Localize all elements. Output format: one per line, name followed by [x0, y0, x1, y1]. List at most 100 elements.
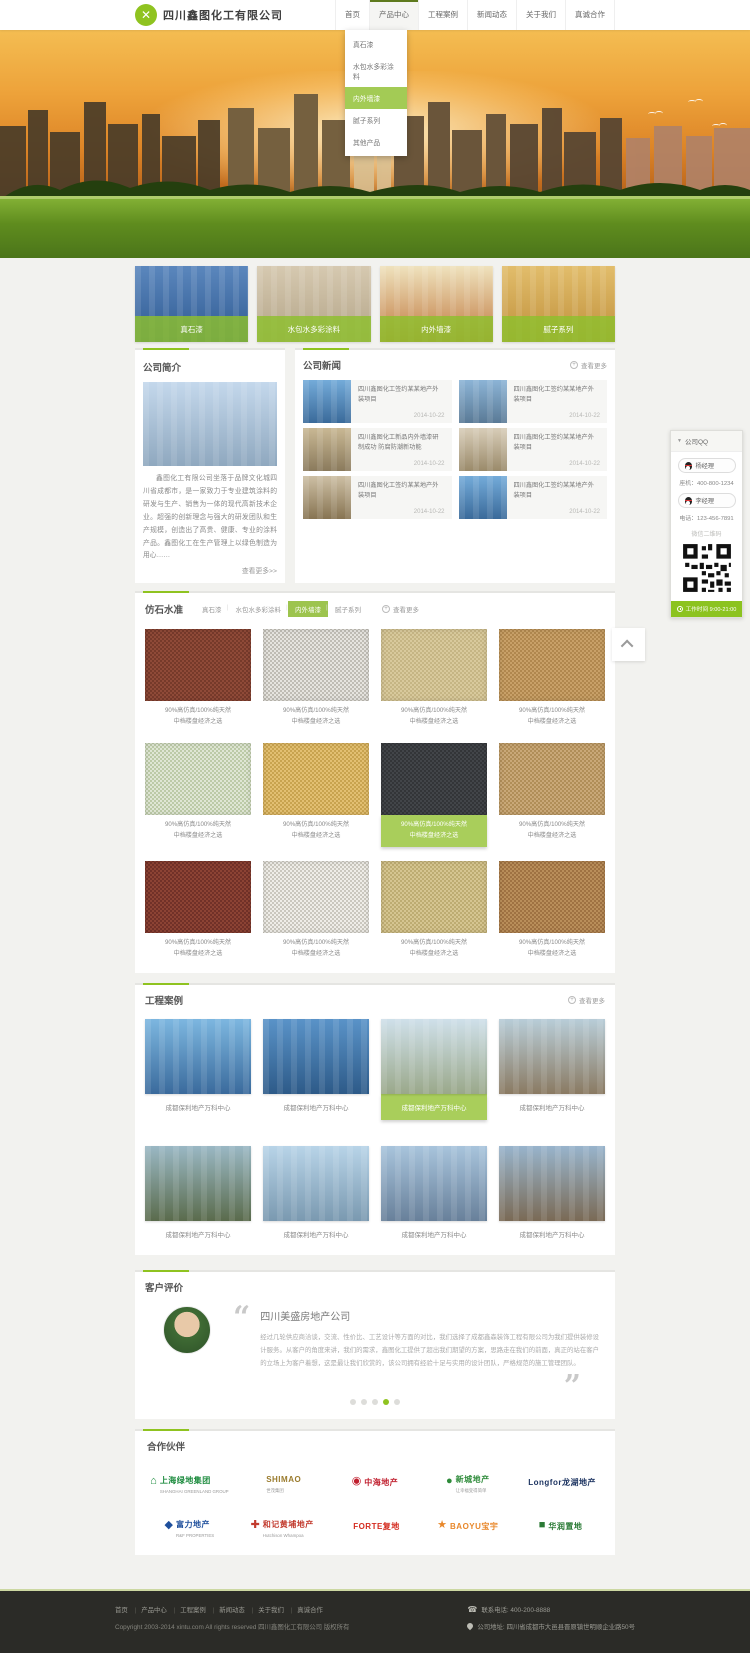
about-text: 鑫图化工有限公司坐落于品牌文化城四川省成都市，是一家致力于专业建筑涂料的研发与生…: [143, 473, 277, 563]
news-grid: 四川鑫图化工签约某某地产外装项目 2014-10-22 四川鑫图化工签约某某地产…: [303, 380, 607, 519]
carousel-dot[interactable]: [361, 1399, 367, 1405]
project-item-highlighted[interactable]: 成都保利地产万科中心: [381, 1019, 487, 1120]
partner-logo-greenland[interactable]: ⌂上海绿地集团SHANGHAI GREENLAND GROUP: [147, 1467, 232, 1497]
footer-link-products[interactable]: 产品中心: [130, 1607, 167, 1614]
carousel-dot[interactable]: [372, 1399, 378, 1405]
project-item[interactable]: 成都保利地产万科中心: [499, 1146, 605, 1239]
dropdown-item-other[interactable]: 其他产品: [345, 131, 407, 153]
tab-shuibaoshui[interactable]: 水包水多彩涂料: [229, 601, 289, 617]
carousel-dot[interactable]: [394, 1399, 400, 1405]
qq-contact-button-li[interactable]: 李经理: [678, 493, 736, 508]
product-card-neiwaiqiangqi[interactable]: 内外墙漆: [380, 266, 493, 342]
dropdown-item-nizi[interactable]: 腻子系列: [345, 109, 407, 131]
project-item[interactable]: 成都保利地产万科中心: [381, 1146, 487, 1239]
stone-tile[interactable]: 90%高仿真/100%纯天然中档楼盘经济之选: [499, 861, 605, 961]
project-item[interactable]: 成都保利地产万科中心: [145, 1146, 251, 1239]
tab-neiwaiqiangqi[interactable]: 内外墙漆: [288, 601, 328, 617]
stone-more-link[interactable]: + 查看更多: [382, 604, 419, 614]
qq-contact-button-yang[interactable]: 杨经理: [678, 458, 736, 473]
project-caption: 成都保利地产万科中心: [499, 1221, 605, 1239]
news-item[interactable]: 四川鑫图化工新品内外墙漆研制成功 防腐防潮新功能 2014-10-22: [303, 428, 452, 471]
project-item[interactable]: 成都保利地产万科中心: [263, 1019, 369, 1120]
about-title: 公司简介: [143, 360, 277, 374]
project-item[interactable]: 成都保利地产万科中心: [263, 1146, 369, 1239]
stone-section: 仿石水准 真石漆 水包水多彩涂料 内外墙漆 腻子系列 + 查看更多 90%高仿真…: [135, 591, 615, 973]
partner-logo-grid: ⌂上海绿地集团SHANGHAI GREENLAND GROUP SHIMAO世茂…: [147, 1467, 603, 1541]
partner-logo-forte[interactable]: FORTE复地: [333, 1511, 418, 1541]
news-section: 公司新闻 + 查看更多 四川鑫图化工签约某某地产外装项目 2014-10-22 …: [295, 348, 615, 583]
nav-item-home[interactable]: 首页: [335, 0, 369, 30]
partner-logo-shimao[interactable]: SHIMAO世茂集团: [240, 1467, 325, 1497]
partner-logo-longfor[interactable]: Longfor龙湖地产: [518, 1467, 603, 1497]
footer-link-cases[interactable]: 工程案例: [169, 1607, 206, 1614]
footer-link-about[interactable]: 关于我们: [247, 1607, 284, 1614]
stone-tile[interactable]: 90%高仿真/100%纯天然中档楼盘经济之选: [145, 629, 251, 729]
news-item[interactable]: 四川鑫图化工签约某某地产外装项目 2014-10-22: [459, 380, 608, 423]
stone-tile[interactable]: 90%高仿真/100%纯天然中档楼盘经济之选: [381, 861, 487, 961]
nav-item-cooperation[interactable]: 真诚合作: [565, 0, 615, 30]
project-photo: [381, 1019, 487, 1094]
quote-close-icon: ”: [260, 1381, 581, 1393]
news-more-link[interactable]: + 查看更多: [570, 360, 607, 370]
product-card-shuibaoshui[interactable]: 水包水多彩涂料: [257, 266, 370, 342]
stone-tile[interactable]: 90%高仿真/100%纯天然中档楼盘经济之选: [263, 629, 369, 729]
partner-logo-zhonghai[interactable]: ◉中海地产: [333, 1467, 418, 1497]
stone-tile[interactable]: 90%高仿真/100%纯天然中档楼盘经济之选: [499, 629, 605, 729]
stone-tile[interactable]: 90%高仿真/100%纯天然中档楼盘经济之选: [145, 743, 251, 847]
news-item[interactable]: 四川鑫图化工签约某某地产外装项目 2014-10-22: [303, 380, 452, 423]
footer-link-cooperation[interactable]: 真诚合作: [286, 1607, 323, 1614]
stone-tile[interactable]: 90%高仿真/100%纯天然中档楼盘经济之选: [263, 743, 369, 847]
product-card-nizi[interactable]: 腻子系列: [502, 266, 615, 342]
nav-item-cases[interactable]: 工程案例: [418, 0, 467, 30]
projects-more-link[interactable]: + 查看更多: [568, 995, 605, 1005]
partner-logo-huarun[interactable]: ■华润置地: [518, 1511, 603, 1541]
stone-tile[interactable]: 90%高仿真/100%纯天然中档楼盘经济之选: [499, 743, 605, 847]
footer-link-home[interactable]: 首页: [115, 1607, 128, 1614]
partner-logo-hutchison[interactable]: ✚和记黄埔地产Hutchison Whampoa: [240, 1511, 325, 1541]
project-item[interactable]: 成都保利地产万科中心: [499, 1019, 605, 1120]
stone-tile-highlighted[interactable]: 90%高仿真/100%纯天然中档楼盘经济之选: [381, 743, 487, 847]
news-item-title: 四川鑫图化工签约某某地产外装项目: [358, 481, 445, 500]
tab-nizi[interactable]: 腻子系列: [328, 601, 368, 617]
dropdown-item-neiwaiqiangqi[interactable]: 内外墙漆: [345, 87, 407, 109]
reviews-title: 客户评价: [145, 1280, 605, 1294]
stone-tile-grid: 90%高仿真/100%纯天然中档楼盘经济之选 90%高仿真/100%纯天然中档楼…: [145, 629, 605, 961]
project-item[interactable]: 成都保利地产万科中心: [145, 1019, 251, 1120]
stone-tile[interactable]: 90%高仿真/100%纯天然中档楼盘经济之选: [145, 861, 251, 961]
nav-item-about[interactable]: 关于我们: [516, 0, 565, 30]
texture-swatch: [263, 861, 369, 933]
nav-item-products[interactable]: 产品中心: [369, 0, 418, 30]
more-icon: +: [570, 361, 578, 369]
news-item-title: 四川鑫图化工签约某某地产外装项目: [514, 433, 601, 452]
partner-logo-rf[interactable]: ◆富力地产R&F PROPERTIES: [147, 1511, 232, 1541]
nav-item-news[interactable]: 新闻动态: [467, 0, 516, 30]
carousel-dots: [145, 1399, 605, 1405]
texture-swatch: [145, 861, 251, 933]
news-item-title: 四川鑫图化工签约某某地产外装项目: [358, 385, 445, 404]
texture-swatch: [381, 861, 487, 933]
stone-tile[interactable]: 90%高仿真/100%纯天然中档楼盘经济之选: [263, 861, 369, 961]
news-item-date: 2014-10-22: [514, 413, 601, 419]
stone-tile[interactable]: 90%高仿真/100%纯天然中档楼盘经济之选: [381, 629, 487, 729]
news-item-date: 2014-10-22: [514, 509, 601, 515]
partner-logo-xincheng[interactable]: ●新城地产让幸福变得简单: [425, 1467, 510, 1497]
news-item[interactable]: 四川鑫图化工签约某某地产外装项目 2014-10-22: [303, 476, 452, 519]
back-to-top-button[interactable]: [612, 628, 645, 661]
product-card-zhenshiqi[interactable]: 真石漆: [135, 266, 248, 342]
footer-phone: 联系电话: 400-200-8888: [481, 1605, 550, 1614]
dropdown-item-zhenshiqi[interactable]: 真石漆: [345, 33, 407, 55]
about-section: 公司简介 鑫图化工有限公司坐落于品牌文化城四川省成都市，是一家致力于专业建筑涂料…: [135, 348, 285, 583]
project-caption: 成都保利地产万科中心: [263, 1221, 369, 1239]
dropdown-item-shuibaoshui[interactable]: 水包水多彩涂料: [345, 55, 407, 87]
project-caption: 成都保利地产万科中心: [145, 1094, 251, 1112]
footer-link-news[interactable]: 新闻动态: [208, 1607, 245, 1614]
review-text: 经过几轮供应商洽谈，交流、性价比、工艺设计等方面的对比，我们选择了成都鑫森装饰工…: [260, 1332, 599, 1370]
about-more-link[interactable]: 查看更多>>: [143, 565, 277, 575]
qq-panel-header[interactable]: ▼ 公司QQ: [671, 431, 742, 452]
partner-logo-baoyu[interactable]: ★BAOYU宝宇: [425, 1511, 510, 1541]
tab-zhenshiqi[interactable]: 真石漆: [195, 601, 229, 617]
news-item[interactable]: 四川鑫图化工签约某某地产外装项目 2014-10-22: [459, 476, 608, 519]
carousel-dot[interactable]: [350, 1399, 356, 1405]
carousel-dot-active[interactable]: [383, 1399, 389, 1405]
news-item[interactable]: 四川鑫图化工签约某某地产外装项目 2014-10-22: [459, 428, 608, 471]
